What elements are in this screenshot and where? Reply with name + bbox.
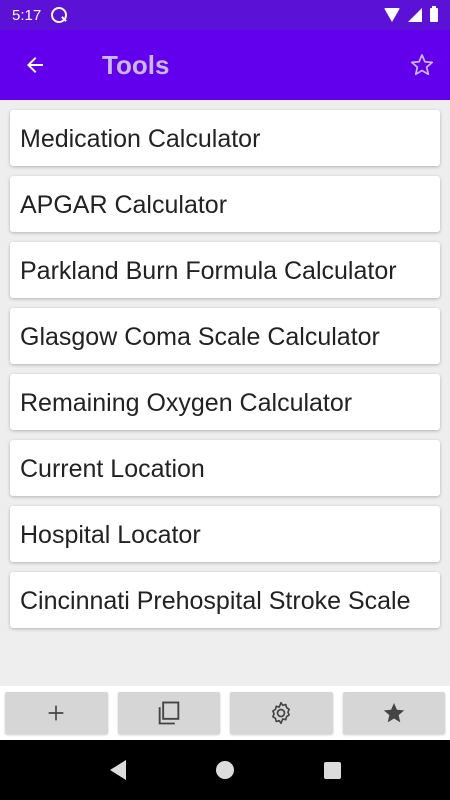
tools-list: Medication Calculator APGAR Calculator P… <box>0 100 450 686</box>
status-bar: 5:17 <box>0 0 450 30</box>
notification-app-icon <box>51 7 68 23</box>
settings-icon <box>272 701 291 725</box>
tool-item-cincinnati-prehospital-stroke-scale[interactable]: Cincinnati Prehospital Stroke Scale <box>10 572 440 628</box>
system-nav-bar <box>0 740 450 800</box>
status-icons <box>384 6 438 22</box>
tool-item-hospital-locator[interactable]: Hospital Locator <box>10 506 440 562</box>
copy-button[interactable] <box>117 692 220 734</box>
app-bar: Tools <box>0 30 450 100</box>
favorites-button[interactable] <box>342 692 445 734</box>
copy-icon <box>158 701 180 725</box>
favorite-button[interactable] <box>394 30 450 100</box>
back-button[interactable] <box>0 30 70 100</box>
tool-item-medication-calculator[interactable]: Medication Calculator <box>10 110 440 166</box>
page-title: Tools <box>102 49 170 80</box>
tool-item-parkland-burn-formula-calculator[interactable]: Parkland Burn Formula Calculator <box>10 242 440 298</box>
add-icon <box>48 705 64 721</box>
tool-item-remaining-oxygen-calculator[interactable]: Remaining Oxygen Calculator <box>10 374 440 430</box>
status-time: 5:17 <box>12 6 42 24</box>
arrow-back-icon <box>27 57 43 73</box>
tool-item-apgar-calculator[interactable]: APGAR Calculator <box>10 176 440 232</box>
cell-signal-icon <box>408 8 422 22</box>
wifi-icon <box>384 8 400 22</box>
star-icon <box>383 703 404 723</box>
tool-item-glasgow-coma-scale-calculator[interactable]: Glasgow Coma Scale Calculator <box>10 308 440 364</box>
tool-item-current-location[interactable]: Current Location <box>10 440 440 496</box>
nav-back-icon[interactable] <box>109 760 126 780</box>
bottom-toolbar <box>0 686 450 740</box>
nav-home-icon[interactable] <box>215 761 234 779</box>
settings-button[interactable] <box>230 692 333 734</box>
battery-icon <box>430 6 438 22</box>
star-outline-icon <box>410 54 434 76</box>
nav-recents-icon[interactable] <box>323 761 341 779</box>
add-button[interactable] <box>5 692 108 734</box>
